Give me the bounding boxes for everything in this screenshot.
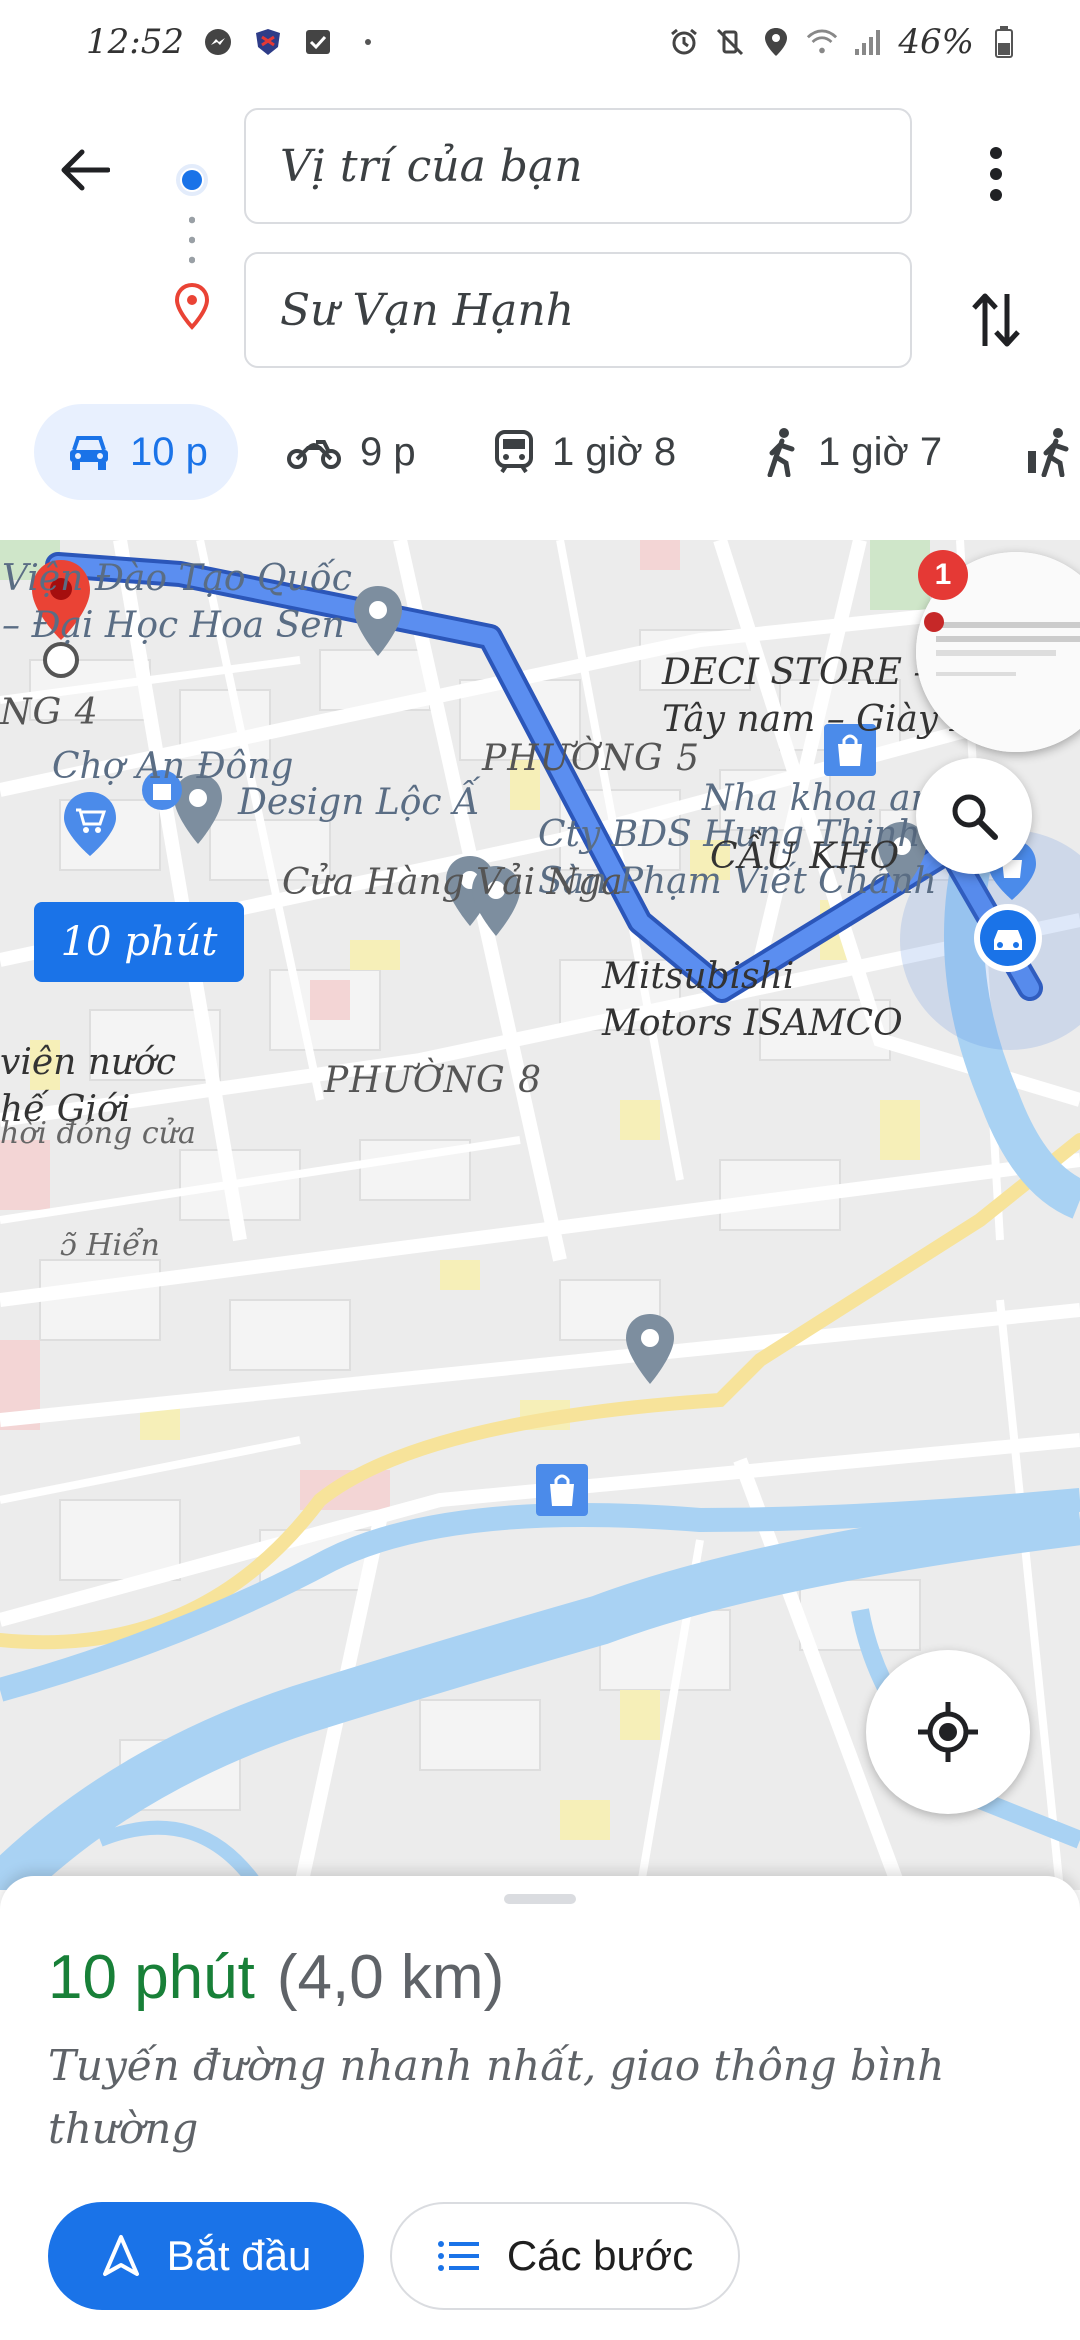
arrow-back-icon: [61, 149, 110, 191]
alarm-icon: [668, 26, 700, 58]
mode-motorbike[interactable]: 9 p: [286, 404, 416, 500]
status-time: 12:52: [86, 22, 184, 62]
map-label-cho-an-dong: Chợ An Đông: [52, 746, 294, 787]
origin-dot-icon: [176, 164, 208, 196]
mode-transit[interactable]: 1 giờ 8: [494, 404, 676, 500]
poi-pin-icon: [626, 1314, 674, 1384]
mode-more[interactable]: [1026, 404, 1070, 500]
travel-modes: 10 p 9 p 1 giờ 8 1 giờ 7: [0, 404, 1080, 504]
route-summary-sheet[interactable]: 10 phút (4,0 km) Tuyến đường nhanh nhất, …: [0, 1876, 1080, 2340]
dotted-line: [189, 210, 195, 270]
search-icon: [952, 794, 998, 840]
map-label-hoa-sen: Viện Đào Tạo Quốc – Đại Học Hoa Sen: [2, 558, 352, 646]
steps-button[interactable]: Các bước: [390, 2202, 740, 2310]
route-connector: [166, 144, 216, 414]
map-label-mitsubishi: Mitsubishi Motors ISAMCO: [602, 956, 903, 1044]
signal-icon: [852, 26, 884, 58]
more-notifications-dot-icon: [352, 26, 384, 58]
wifi-icon: [806, 26, 838, 58]
current-location-car-icon: [974, 904, 1042, 972]
battery-icon: [988, 26, 1020, 58]
messenger-icon: [202, 26, 234, 58]
motorbike-icon: [287, 440, 341, 469]
swap-vert-icon: [972, 293, 1020, 347]
directions-header: Vị trí của bạn Sư Vạn Hạnh: [0, 84, 1080, 384]
more-vert-icon: [990, 147, 1002, 201]
sheet-drag-handle[interactable]: [504, 1894, 576, 1904]
start-navigation-button[interactable]: Bắt đầu: [48, 2202, 364, 2310]
my-location-button[interactable]: [866, 1650, 1030, 1814]
map-view[interactable]: Viện Đào Tạo Quốc – Đại Học Hoa Sen PHƯỜ…: [0, 540, 1080, 1890]
navigation-arrow-icon: [102, 2235, 139, 2276]
map-search-button[interactable]: [916, 758, 1032, 874]
map-label-closed: hời đóng cửa: [0, 1116, 196, 1151]
shopping-bag-icon: [536, 1464, 588, 1516]
map-label-nha-khoa: Nha khoa an: [702, 778, 934, 819]
walk-icon: [767, 428, 795, 477]
route-summary: 10 phút (4,0 km): [48, 1942, 504, 2013]
map-label-phuong4: NG 4: [0, 692, 99, 733]
more-options-button[interactable]: [960, 138, 1032, 210]
origin-field[interactable]: Vị trí của bạn: [244, 108, 912, 224]
steps-label: Các bước: [506, 2232, 694, 2279]
map-label-hien: ɔ̃ Hiển: [60, 1228, 160, 1263]
destination-pin-icon: [172, 282, 212, 335]
map-label-phuong8: PHƯỜNG 8: [324, 1060, 543, 1101]
cart-pin-icon: [64, 792, 116, 856]
checkbox-app-icon: [302, 26, 334, 58]
back-button[interactable]: [48, 134, 120, 206]
route-eta-chip[interactable]: 10 phút: [34, 902, 244, 982]
gps-target-icon: [918, 1702, 978, 1762]
route-distance: (4,0 km): [276, 1943, 505, 2012]
location-icon: [760, 26, 792, 58]
poi-pin-icon: [354, 586, 402, 656]
destination-field[interactable]: Sư Vạn Hạnh: [244, 252, 912, 368]
mode-driving[interactable]: 10 p: [34, 404, 238, 500]
start-navigation-label: Bắt đầu: [166, 2232, 312, 2279]
battery-percent: 46%: [898, 22, 974, 62]
route-description: Tuyến đường nhanh nhất, giao thông bình …: [48, 2041, 945, 2153]
rideshare-icon: [1028, 428, 1069, 477]
swap-directions-button[interactable]: [960, 284, 1032, 356]
map-label-cau-kho: CẦU KHO: [710, 836, 901, 877]
notification-badge: 1: [918, 550, 968, 600]
vibrate-mute-icon: [714, 26, 746, 58]
mode-walking-label: 1 giờ 7: [818, 429, 943, 474]
shield-app-icon: [252, 26, 284, 58]
mode-transit-label: 1 giờ 8: [552, 429, 677, 474]
map-label-vai-nga: Cửa Hàng Vải Nga: [282, 862, 623, 903]
transit-icon: [495, 430, 533, 474]
mode-walking[interactable]: 1 giờ 7: [764, 404, 942, 500]
status-bar: 12:52 46%: [0, 0, 1080, 84]
list-icon: [437, 2241, 479, 2271]
car-icon: [70, 436, 108, 470]
mode-motorbike-label: 9 p: [360, 429, 416, 474]
route-duration: 10 phút: [48, 1943, 255, 2012]
mode-driving-label: 10 p: [130, 429, 208, 474]
